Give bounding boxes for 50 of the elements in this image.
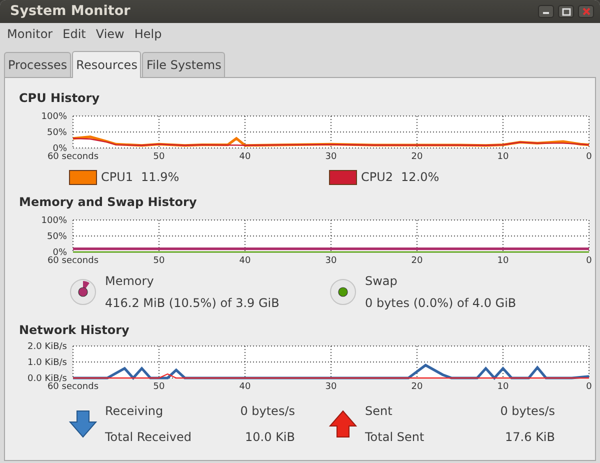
rate-value: 0 bytes/s — [499, 403, 555, 420]
total-value: 10.0 KiB — [244, 429, 295, 446]
axis-label: 10 — [497, 382, 509, 392]
axis-label: 0% — [52, 144, 67, 154]
legend-label: CPU2 — [361, 169, 394, 186]
axis-label: 50% — [46, 128, 67, 138]
legend-label: Swap — [365, 273, 398, 290]
axis-label: 0.0 KiB/s — [28, 374, 67, 384]
axis-label: 60 seconds — [47, 152, 99, 162]
total-value: 17.6 KiB — [504, 429, 555, 446]
axis-label: 0% — [52, 248, 67, 258]
axis-label: 1.0 KiB/s — [28, 358, 67, 368]
axis-label: 60 seconds — [47, 382, 99, 392]
total-label: Total Sent — [365, 429, 426, 446]
axis-label: 2.0 KiB/s — [28, 342, 67, 352]
axis-label: 0 — [586, 152, 592, 162]
axis-label: 50 — [153, 382, 165, 392]
axis-label: 30 — [325, 256, 337, 266]
axis-label: 40 — [239, 152, 251, 162]
axis-label: 30 — [325, 152, 337, 162]
axis-label: 40 — [239, 382, 251, 392]
legend-reading: 11.9% — [141, 169, 180, 186]
rate-value: 0 bytes/s — [239, 403, 295, 420]
axis-label: 10 — [497, 152, 509, 162]
axis-label: 40 — [239, 256, 251, 266]
axis-label: 100% — [41, 112, 67, 122]
window-title: System Monitor — [10, 2, 130, 22]
axis-label: 0 — [586, 382, 592, 392]
legend-detail: 416.2 MiB (10.5%) of 3.9 GiB — [105, 295, 280, 312]
axis-label: 50% — [46, 232, 67, 242]
section-heading: Memory and Swap History — [19, 194, 198, 210]
axis-label: 0 — [586, 256, 592, 266]
legend-label: Sent — [365, 403, 394, 420]
section-heading: Network History — [19, 322, 130, 338]
total-label: Total Received — [105, 429, 192, 446]
axis-label: 10 — [497, 256, 509, 266]
axis-label: 50 — [153, 152, 165, 162]
axis-label: 20 — [411, 152, 423, 162]
legend-label: Receiving — [105, 403, 164, 420]
axis-label: 20 — [411, 382, 423, 392]
legend-detail: 0 bytes (0.0%) of 4.0 GiB — [365, 295, 516, 312]
axis-label: 50 — [153, 256, 165, 266]
legend-label: Memory — [105, 273, 155, 290]
legend-reading: 12.0% — [401, 169, 440, 186]
axis-label: 100% — [41, 216, 67, 226]
axis-label: 20 — [411, 256, 423, 266]
section-heading: CPU History — [19, 90, 101, 106]
axis-label: 30 — [325, 382, 337, 392]
axis-label: 60 seconds — [47, 256, 99, 266]
legend-label: CPU1 — [101, 169, 134, 186]
